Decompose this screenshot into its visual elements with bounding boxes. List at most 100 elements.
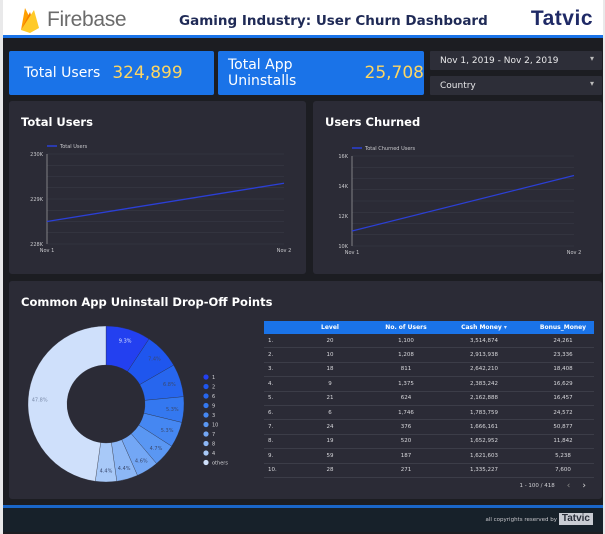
cell-cash-money: 1,652,952 <box>470 438 498 445</box>
col-cash-money[interactable]: Cash Money ▾ <box>436 324 532 331</box>
table-row[interactable]: 9. 59 187 1,621,603 5,238 <box>264 449 594 464</box>
legend-swatch <box>203 402 209 409</box>
cell-cash-money: 2,642,210 <box>470 366 498 373</box>
table-row[interactable]: 5. 21 624 2,162,888 16,457 <box>264 392 594 406</box>
cell-level: 6 <box>328 409 332 416</box>
row-index: 5. <box>268 395 274 402</box>
legend-label: 6 <box>212 394 215 400</box>
cell-level: 20 <box>326 337 334 344</box>
table-row[interactable]: 10. 28 271 1,335,227 7,600 <box>264 464 594 478</box>
legend-swatch <box>203 459 209 466</box>
drop-off-card: Common App Uninstall Drop-Off Points 9.3… <box>9 281 602 499</box>
slice-label: 5.3% <box>166 407 179 413</box>
y-tick-label: 12K <box>338 214 348 220</box>
cell-bonus-money: 16,629 <box>553 380 573 387</box>
firebase-logo-icon <box>21 8 39 33</box>
kpi-value: 25,708 <box>364 63 424 83</box>
legend-swatch <box>203 421 209 428</box>
table-row[interactable]: 4. 9 1,375 2,383,242 16,629 <box>264 377 594 392</box>
cell-users: 1,375 <box>398 380 414 387</box>
sort-desc-icon: ▾ <box>503 324 507 331</box>
pie-slice <box>27 325 107 482</box>
table-body: 1. 20 1,100 3,514,874 24,261 2. 10 1,208 2,913,9… <box>264 334 594 478</box>
table-row[interactable]: 6. 6 1,746 1,783,759 24,572 <box>264 406 594 421</box>
row-index: 10. <box>268 467 277 474</box>
cell-cash-money: 2,383,242 <box>470 380 498 387</box>
cell-users: 187 <box>400 452 412 459</box>
slice-label: 4.6% <box>135 458 148 464</box>
table-row[interactable]: 2. 10 1,208 2,913,938 23,336 <box>264 348 594 363</box>
col-cash-money-label: Cash Money <box>461 324 502 331</box>
row-index: 1. <box>268 337 274 344</box>
cell-bonus-money: 24,572 <box>553 409 573 416</box>
y-tick-label: 16K <box>338 154 348 160</box>
country-filter-label: Country <box>440 80 476 91</box>
row-index: 4. <box>268 380 274 387</box>
table-row[interactable]: 3. 18 811 2,642,210 18,408 <box>264 363 594 378</box>
cell-cash-money: 2,162,888 <box>470 395 498 402</box>
legend-swatch <box>203 383 209 390</box>
next-page-icon[interactable]: › <box>582 481 586 491</box>
legend-label: 7 <box>212 432 215 438</box>
col-bonus-money[interactable]: Bonus_Money <box>532 324 594 331</box>
cell-level: 28 <box>326 467 334 474</box>
x-tick-label: Nov 1 <box>345 250 360 256</box>
kpi-value: 324,899 <box>112 63 183 83</box>
table-row[interactable]: 8. 19 520 1,652,952 11,842 <box>264 435 594 450</box>
slice-label: 4.4% <box>118 466 131 472</box>
slice-label: 9.3% <box>119 338 132 344</box>
cell-level: 10 <box>326 352 334 359</box>
slice-label: 47.8% <box>32 397 48 403</box>
table-row[interactable]: 7. 24 376 1,666,161 50,877 <box>264 420 594 435</box>
copyright-text: all copyrights reserved by <box>485 517 557 523</box>
legend-label: 9 <box>212 404 215 410</box>
table-row[interactable]: 1. 20 1,100 3,514,874 24,261 <box>264 334 594 349</box>
kpi-total-users: Total Users 324,899 <box>9 51 214 95</box>
pagination-range: 1 - 100 / 418 <box>519 482 555 489</box>
slice-label: 4.4% <box>100 469 113 475</box>
col-users[interactable]: No. of Users <box>376 324 436 331</box>
cell-cash-money: 1,783,759 <box>470 409 498 416</box>
x-tick-label: Nov 2 <box>567 250 582 256</box>
row-index: 3. <box>268 366 274 373</box>
cell-cash-money: 2,913,938 <box>470 352 498 359</box>
legend-swatch <box>203 393 209 399</box>
cell-users: 1,100 <box>398 337 414 344</box>
cell-bonus-money: 50,877 <box>553 424 573 431</box>
legend-label: 3 <box>212 413 215 419</box>
dropdown-arrow-icon: ▾ <box>589 54 594 63</box>
country-filter[interactable]: Country ▾ <box>430 76 602 95</box>
cell-bonus-money: 18,408 <box>553 366 573 373</box>
tatvic-logo: Tatvic <box>530 7 593 30</box>
users-churned-card: Users Churned Total Churned Users 10K 12K 1… <box>313 101 602 274</box>
col-level[interactable]: Level <box>284 324 376 331</box>
legend-label: 1 <box>212 375 215 381</box>
prev-page-icon[interactable]: ‹ <box>567 481 571 491</box>
kpi-total-uninstalls: Total App Uninstalls 25,708 <box>218 51 424 95</box>
y-tick-label: 14K <box>338 184 348 190</box>
cell-level: 9 <box>328 380 332 387</box>
cell-users: 624 <box>400 395 412 402</box>
legend-swatch <box>203 440 209 447</box>
slice-label: 7.4% <box>148 356 161 362</box>
cell-bonus-money: 23,336 <box>553 352 573 359</box>
row-index: 6. <box>268 409 274 416</box>
drop-off-donut-chart: 9.3% 7.4% 6.8% 5.3% 5.3% 4.7%4.6% 4.4% 4.4% 47.8… <box>27 325 228 483</box>
cell-users: 1,746 <box>398 409 414 416</box>
cell-users: 520 <box>400 438 412 445</box>
cell-bonus-money: 7,600 <box>555 467 571 474</box>
footer: all copyrights reserved by Tatvic <box>3 505 603 532</box>
cell-cash-money: 1,666,161 <box>470 424 498 431</box>
row-index: 8. <box>268 438 274 445</box>
y-tick-label: 230K <box>30 152 44 158</box>
page-title: Gaming Industry: User Churn Dashboard <box>179 13 488 29</box>
cell-level: 18 <box>326 366 334 373</box>
legend-label: Total Users <box>59 144 88 150</box>
slice-label: 4.7% <box>150 446 163 452</box>
cell-cash-money: 3,514,874 <box>470 337 498 344</box>
cell-users: 271 <box>400 467 412 474</box>
y-tick-label: 229K <box>30 197 44 203</box>
slice-label: 6.8% <box>163 382 176 388</box>
series-line <box>351 174 575 232</box>
date-range-picker[interactable]: Nov 1, 2019 - Nov 2, 2019 ▾ <box>430 51 602 70</box>
